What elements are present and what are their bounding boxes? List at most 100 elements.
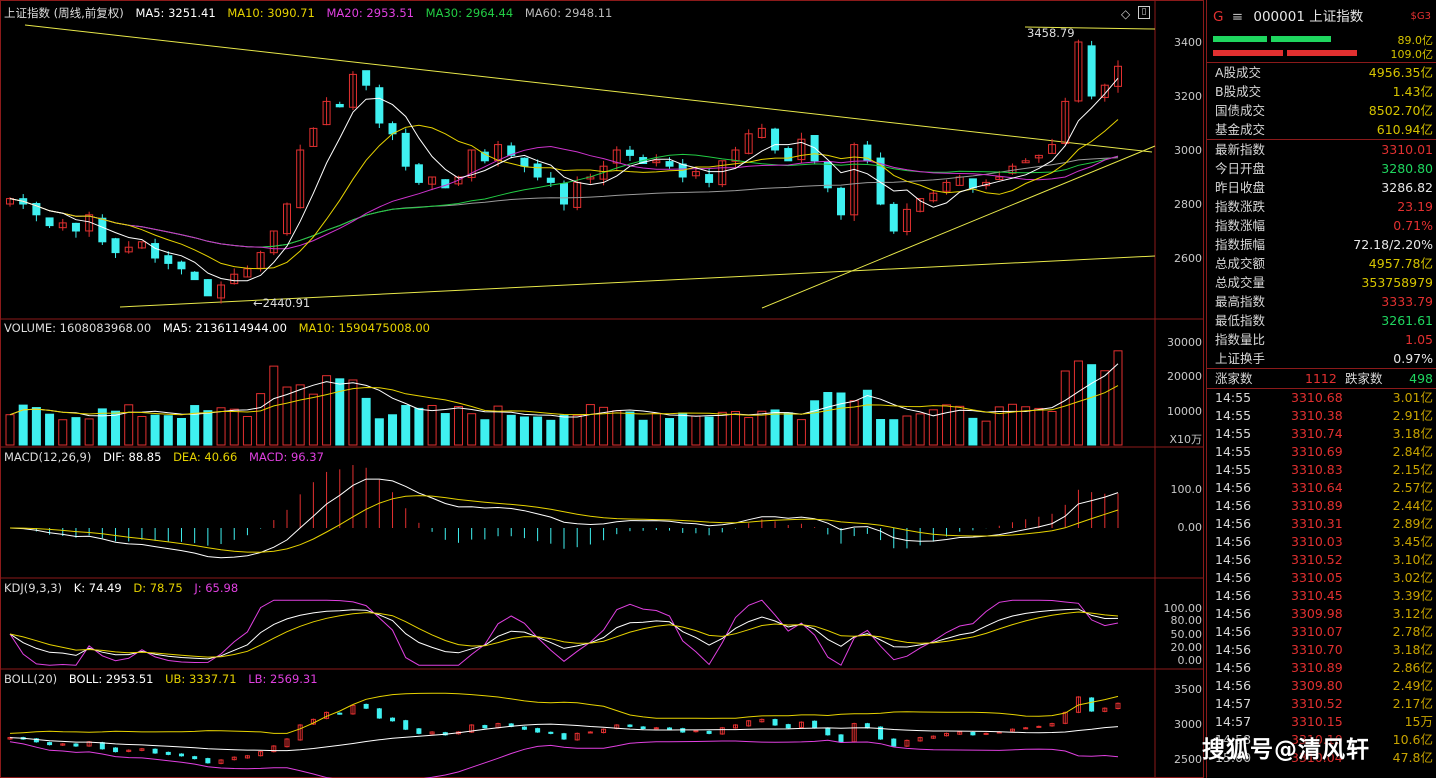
- tick-row: 14:56 3310.03 3.45亿: [1207, 533, 1436, 551]
- main-pane-header: 上证指数 (周线,前复权) MA5: 3251.41 MA10: 3090.71…: [4, 5, 620, 21]
- tick-price: 3310.70: [1291, 642, 1343, 657]
- tick-row: 14:56 3310.31 2.89亿: [1207, 515, 1436, 533]
- square-toggle-icon[interactable]: ▯: [1138, 6, 1150, 19]
- ma60-label: MA60: 2948.11: [524, 6, 613, 20]
- boll-candle-body: [838, 734, 844, 743]
- volume-bar: [58, 419, 68, 446]
- candle-body: [414, 164, 423, 183]
- candle-body: [335, 103, 344, 108]
- stat-value: 3286.82: [1381, 180, 1433, 195]
- ma5-line: [9, 77, 1119, 282]
- volume-bar: [427, 404, 437, 446]
- volume-pane-header: VOLUME: 1608083968.00 MA5: 2136114944.00…: [4, 320, 438, 336]
- volume-bar: [546, 419, 556, 446]
- boll-candle-body: [983, 732, 989, 735]
- stat-row: 最新指数 3310.01: [1207, 140, 1436, 159]
- tick-list[interactable]: 14:55 3310.68 3.01亿 14:55 3310.38 2.91亿 14:55 3…: [1207, 389, 1436, 767]
- candle-body: [665, 161, 674, 167]
- diamond-icon[interactable]: ◇: [1121, 7, 1130, 21]
- volume-bar: [796, 419, 806, 446]
- tick-row: 14:55 3310.74 3.18亿: [1207, 425, 1436, 443]
- stat-value: 3310.01: [1381, 142, 1433, 157]
- volume-bar: [730, 411, 740, 446]
- tick-amount: 10.6亿: [1392, 732, 1433, 747]
- volume-bar: [862, 389, 872, 446]
- volume-bar: [124, 404, 134, 446]
- volume-y-label: 10000: [1167, 405, 1202, 418]
- tick-price: 3310.31: [1291, 516, 1343, 531]
- boll-candle-body: [812, 720, 818, 729]
- stat-label: 指数振幅: [1215, 237, 1266, 252]
- tick-time: 14:56: [1215, 570, 1252, 585]
- stat-label: 指数涨跌: [1215, 199, 1266, 214]
- boll-candle-body: [1036, 725, 1042, 728]
- tick-row: 14:55 3310.69 2.84亿: [1207, 443, 1436, 461]
- stat-value: 353758979: [1361, 275, 1433, 290]
- kline-chart[interactable]: [0, 0, 1204, 778]
- boll-candle-body: [363, 703, 369, 709]
- volume-ma5: MA5: 2136114944.00: [162, 321, 287, 335]
- tick-row: 14:56 3310.89 2.86亿: [1207, 659, 1436, 677]
- boll-candle-body: [587, 731, 593, 734]
- low-price-label: ←2440.91: [253, 296, 311, 310]
- tick-price: 3310.52: [1291, 696, 1343, 711]
- volume-bar: [5, 414, 15, 446]
- down-count: 498: [1409, 371, 1433, 386]
- tick-amount: 2.91亿: [1392, 408, 1433, 423]
- boll-candle-body: [667, 727, 673, 730]
- tick-amount: 3.45亿: [1392, 534, 1433, 549]
- up-count: 1112: [1305, 371, 1337, 386]
- tick-time: 14:55: [1215, 390, 1252, 405]
- volume-bar: [902, 415, 912, 446]
- macd-title: MACD(12,26,9): [4, 450, 92, 464]
- boll-upper-line: [9, 692, 1119, 734]
- tick-amount: 3.01亿: [1392, 390, 1433, 405]
- volume-bar: [572, 414, 582, 446]
- stat-row: 总成交量 353758979: [1207, 273, 1436, 292]
- tick-price: 3310.45: [1291, 588, 1343, 603]
- chart-area[interactable]: 上证指数 (周线,前复权) MA5: 3251.41 MA10: 3090.71…: [0, 0, 1204, 778]
- tick-price: 3310.38: [1291, 408, 1343, 423]
- menu-icon[interactable]: ≡: [1232, 9, 1243, 25]
- kdj-j: J: 65.98: [194, 581, 239, 595]
- tick-amount: 2.89亿: [1392, 516, 1433, 531]
- boll-candle-body: [535, 728, 541, 733]
- quote-title-bar[interactable]: G ≡ 000001 上证指数 $G3: [1207, 0, 1436, 34]
- volume-bar: [295, 384, 305, 446]
- main-title: 上证指数 (周线,前复权): [4, 6, 124, 20]
- volume-bar: [612, 410, 622, 446]
- sg-mark: $G3: [1410, 11, 1431, 22]
- tick-amount: 3.18亿: [1392, 426, 1433, 441]
- tick-row: 14:56 3310.70 3.18亿: [1207, 641, 1436, 659]
- kdj-y-label: 80.00: [1170, 614, 1203, 627]
- candle-body: [560, 183, 568, 205]
- volume-bar: [717, 411, 727, 446]
- boll-candle-body: [891, 738, 897, 747]
- volume-bar: [678, 412, 688, 446]
- tick-time: 14:56: [1215, 480, 1252, 495]
- tick-time: 14:56: [1215, 624, 1252, 639]
- tick-time: 14:56: [1215, 552, 1252, 567]
- candle-body: [520, 157, 529, 167]
- tick-price: 3310.15: [1291, 714, 1343, 729]
- boll-candle-body: [403, 720, 409, 730]
- volume-bar: [665, 418, 675, 446]
- stat-value: 72.18/2.20%: [1353, 237, 1433, 252]
- volume-bar: [704, 416, 714, 446]
- boll-pane-header: BOLL(20) BOLL: 2953.51 UB: 3337.71 LB: 2…: [4, 671, 326, 687]
- tick-row: 14:56 3309.80 2.49亿: [1207, 677, 1436, 695]
- stat-value: 3333.79: [1381, 294, 1433, 309]
- volume-bar: [163, 415, 173, 446]
- buy-sell-bar-top: 89.0亿: [1207, 34, 1436, 47]
- macd-dif: DIF: 88.85: [103, 450, 162, 464]
- code-name: 000001 上证指数: [1253, 9, 1364, 25]
- trend-line-rising: [761, 145, 1156, 309]
- volume-bar: [625, 411, 635, 446]
- tick-amount: 3.39亿: [1392, 588, 1433, 603]
- volume-bar: [203, 410, 213, 446]
- stat-label: 基金成交: [1215, 122, 1266, 137]
- stat-label: 昨日收盘: [1215, 180, 1266, 195]
- stat-row: A股成交 4956.35亿: [1207, 63, 1436, 82]
- volume-bar: [1113, 350, 1123, 446]
- ma20-label: MA20: 2953.51: [326, 6, 414, 20]
